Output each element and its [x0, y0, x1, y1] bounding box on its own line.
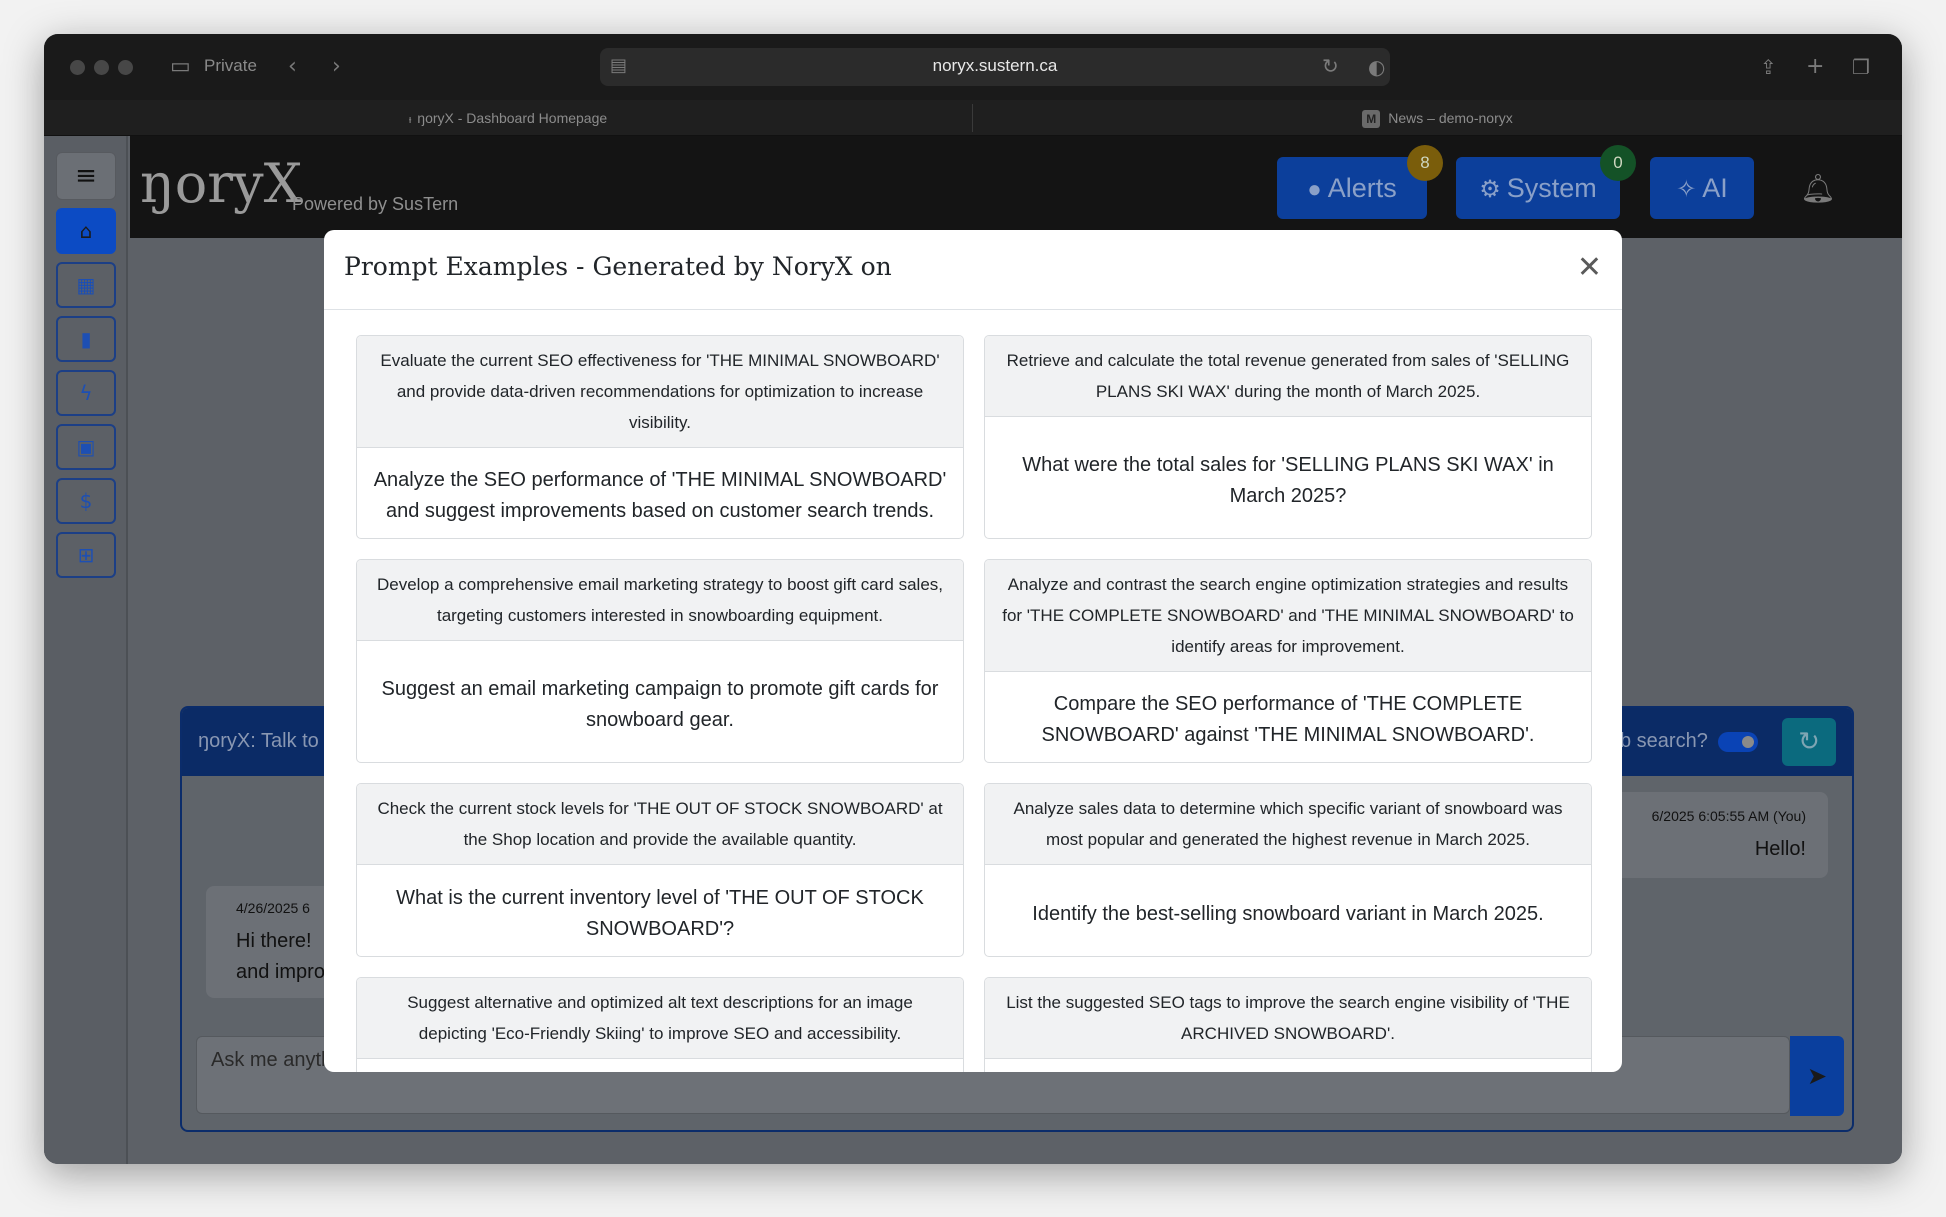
ai-button[interactable]: ✧ AI: [1650, 157, 1754, 219]
prompt-card[interactable]: List the suggested SEO tags to improve t…: [984, 977, 1592, 1072]
shield-icon[interactable]: ◐: [1368, 53, 1385, 81]
message-timestamp: 6/2025 6:05:55 AM (You): [1651, 808, 1806, 824]
ai-label: AI: [1702, 173, 1728, 203]
prompt-text: Analyze the SEO performance of 'THE MINI…: [373, 469, 947, 522]
zoom-window-dot[interactable]: [118, 60, 133, 75]
sidebar-home-icon[interactable]: ⌂: [56, 208, 116, 254]
message-text: Hello!: [1754, 838, 1806, 860]
app-header: ŋoryX Powered by SusTern ● Alerts 8 ⚙ Syst…: [130, 136, 1902, 238]
prompt-card[interactable]: Develop a comprehensive email marketing …: [356, 559, 964, 763]
close-window-dot[interactable]: [70, 60, 85, 75]
prompt-text: Suggest an email marketing campaign to p…: [381, 678, 939, 731]
system-button[interactable]: ⚙ System 0: [1456, 145, 1636, 219]
system-label: System: [1506, 173, 1597, 203]
tab-bar: ᵼ ŋoryX - Dashboard Homepage M News – demo…: [44, 100, 1902, 136]
prompt-description: Check the current stock levels for 'THE …: [357, 784, 963, 865]
sidebar: ≡ ⌂ ▦ ▮ ϟ ▣ $ ⊞: [44, 136, 128, 1164]
forward-arrow-icon[interactable]: ›: [332, 53, 341, 81]
back-arrow-icon[interactable]: ‹: [288, 53, 297, 81]
alerts-label: Alerts: [1327, 173, 1397, 203]
prompt-card[interactable]: Check the current stock levels for 'THE …: [356, 783, 964, 957]
tab-overview-icon[interactable]: ❐: [1852, 53, 1870, 81]
prompt-card[interactable]: Evaluate the current SEO effectiveness f…: [356, 335, 964, 539]
prompt-card[interactable]: Suggest alternative and optimized alt te…: [356, 977, 964, 1072]
modal-header: Prompt Examples - Generated by NoryX on …: [324, 230, 1622, 310]
cpu-chip-icon: ⚙: [1479, 176, 1501, 203]
reload-icon[interactable]: ↻: [1322, 52, 1339, 80]
prompt-card[interactable]: Retrieve and calculate the total revenue…: [984, 335, 1592, 539]
tab-favicon-icon: ᵼ: [408, 114, 412, 126]
sidebar-toggle-icon[interactable]: ▭: [170, 53, 191, 81]
minimize-window-dot[interactable]: [94, 60, 109, 75]
prompt-description: Develop a comprehensive email marketing …: [357, 560, 963, 641]
sidebar-table-icon[interactable]: ⊞: [56, 532, 116, 578]
noryx-logo: ŋoryX: [140, 152, 303, 215]
private-label: Private: [204, 56, 257, 75]
bell-icon[interactable]: 🔔︎: [1800, 172, 1836, 205]
prompt-description: Analyze and contrast the search engine o…: [985, 560, 1591, 672]
sidebar-grid-icon[interactable]: ▦: [56, 262, 116, 308]
send-icon[interactable]: ➤: [1790, 1036, 1844, 1116]
close-icon[interactable]: ✕: [1577, 250, 1602, 286]
address-bar[interactable]: ▤ noryx.sustern.ca ↻: [600, 48, 1390, 86]
sidebar-image-file-icon[interactable]: ▣: [56, 424, 116, 470]
refresh-chat-icon[interactable]: ↻: [1782, 718, 1836, 766]
message-text-line: Hi there!: [236, 930, 312, 952]
sidebar-invoice-icon[interactable]: $: [56, 478, 116, 524]
alerts-button[interactable]: ● Alerts 8: [1277, 145, 1443, 219]
modal-body: Evaluate the current SEO effectiveness f…: [324, 311, 1622, 1072]
url-text: noryx.sustern.ca: [932, 56, 1058, 75]
prompt-text: [357, 1059, 963, 1072]
prompt-text: What were the total sales for 'SELLING P…: [1022, 454, 1554, 507]
sidebar-lightning-icon[interactable]: ϟ: [56, 370, 116, 416]
m-favicon-icon: M: [1362, 110, 1381, 129]
tab-label: ŋoryX - Dashboard Homepage: [417, 110, 608, 126]
prompt-card[interactable]: Analyze sales data to determine which sp…: [984, 783, 1592, 957]
tab-label: News – demo-noryx: [1388, 110, 1513, 126]
powered-by-text: Powered by SusTern: [292, 194, 459, 214]
prompt-description: Evaluate the current SEO effectiveness f…: [357, 336, 963, 448]
chat-title: ŋoryX: Talk to: [198, 730, 319, 752]
modal-title: Prompt Examples - Generated by NoryX on: [344, 252, 892, 281]
alert-circle-icon: ●: [1307, 176, 1322, 203]
prompt-text: Identify the best-selling snowboard vari…: [1032, 902, 1544, 925]
prompt-description: List the suggested SEO tags to improve t…: [985, 978, 1591, 1059]
message-text-line: and impro: [236, 961, 325, 983]
new-tab-icon[interactable]: +: [1806, 53, 1824, 81]
prompt-text: [985, 1059, 1591, 1072]
tab-dashboard[interactable]: ᵼ ŋoryX - Dashboard Homepage: [44, 100, 972, 136]
browser-titlebar: ▭ Private ‹ › ▤ noryx.sustern.ca ↻ ◐ ⇪ +…: [44, 34, 1902, 100]
share-icon[interactable]: ⇪: [1760, 53, 1777, 81]
message-timestamp: 4/26/2025 6: [236, 900, 310, 916]
web-search-label: b search?: [1620, 730, 1708, 752]
alerts-count-badge: 8: [1407, 145, 1443, 181]
prompt-description: Suggest alternative and optimized alt te…: [357, 978, 963, 1059]
system-count-badge: 0: [1600, 145, 1636, 181]
tab-news[interactable]: M News – demo-noryx: [973, 100, 1902, 136]
prompt-description: Retrieve and calculate the total revenue…: [985, 336, 1591, 417]
prompt-card[interactable]: Analyze and contrast the search engine o…: [984, 559, 1592, 763]
prompt-text: What is the current inventory level of '…: [396, 887, 924, 940]
web-search-toggle[interactable]: [1718, 732, 1758, 752]
hamburger-menu-icon[interactable]: ≡: [56, 152, 116, 200]
prompt-description: Analyze sales data to determine which sp…: [985, 784, 1591, 865]
prompt-examples-modal: Prompt Examples - Generated by NoryX on …: [324, 230, 1622, 1072]
magic-wand-icon: ✧: [1676, 176, 1697, 203]
prompt-text: Compare the SEO performance of 'THE COMP…: [1041, 693, 1535, 746]
sidebar-chart-icon[interactable]: ▮: [56, 316, 116, 362]
